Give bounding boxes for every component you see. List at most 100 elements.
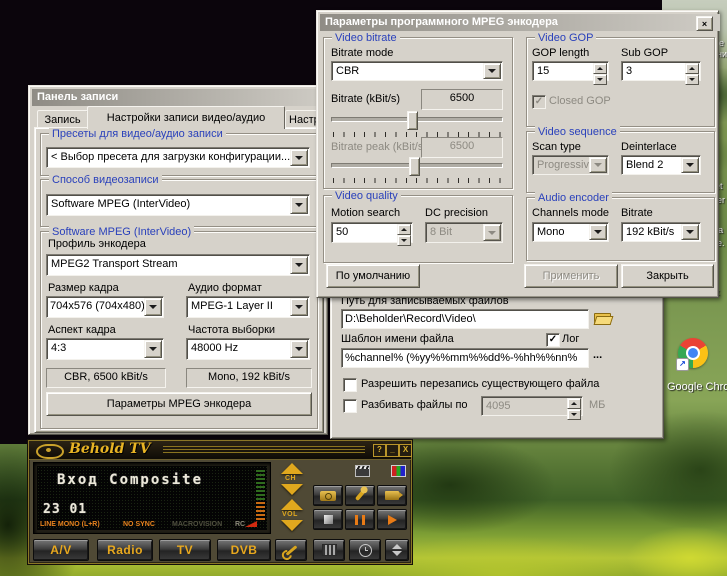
filename-template-input[interactable] [341,348,589,368]
dc-precision-combobox: 8 Bit [425,222,503,243]
recordings-button[interactable] [313,539,345,561]
behold-minimize-button[interactable]: _ [386,444,399,457]
spin-down-button[interactable] [685,74,699,85]
mode-av-button[interactable]: A/V [33,539,89,561]
settings-button[interactable] [275,539,307,561]
preset-combobox[interactable]: < Выбор пресета для загрузки конфигураци… [46,147,310,168]
channel-down-button[interactable] [281,484,303,495]
spin-down-button[interactable] [567,409,581,420]
frame-size-label: Размер кадра [48,282,119,295]
dropdown-button[interactable] [290,256,308,274]
lcd-input-line: Вход Composite [57,472,203,488]
chevron-down-icon [594,230,602,238]
dropdown-button[interactable] [144,340,162,358]
spin-up-button[interactable] [397,224,411,235]
dropdown-button[interactable] [290,340,308,358]
arrow-up-icon [689,64,695,70]
record-path-input[interactable] [341,309,589,329]
spinner-buttons[interactable] [567,398,581,414]
up-down-icon [392,544,402,556]
log-checkbox[interactable]: ✓ [546,333,560,347]
behold-close-button[interactable]: X [399,444,412,457]
shortcut-arrow-icon: ↗ [676,358,689,371]
spin-down-button[interactable] [593,74,607,85]
pause-button[interactable] [345,509,375,530]
record-panel-titlebar[interactable]: Панель записи [32,89,327,106]
scheduler-button[interactable] [349,539,381,561]
stop-button[interactable] [313,509,343,530]
mpeg-dialog-titlebar[interactable]: Параметры программного MPEG энкодера [320,14,720,31]
google-chrome-shortcut[interactable]: ↗ [676,336,710,384]
spin-up-button[interactable] [567,398,581,409]
arrow-up-icon [571,399,577,405]
closed-gop-checkbox: ✓ [532,95,546,109]
behold-title: Behold TV [69,441,151,458]
overwrite-label: Разрешить перезапись существующего файла [361,378,599,391]
bitrate-slider-thumb[interactable] [407,111,418,130]
lcd-bezel: Вход Composite 23 01 LINE MONO (L+R) NO … [33,462,271,534]
mpeg-params-button[interactable]: Параметры MPEG энкодера [46,392,312,416]
audio-encoder-caption: Audio encoder [535,192,612,204]
frame-size-combobox[interactable]: 704x576 (704x480) [46,296,164,318]
split-files-checkbox[interactable] [343,399,357,413]
motion-search-spinner[interactable]: 50 [331,222,413,243]
spinner-buttons[interactable] [397,224,411,241]
deinterlace-combobox[interactable]: Blend 2 [621,155,701,175]
gop-length-spinner[interactable]: 15 [532,61,609,81]
volume-down-button[interactable] [281,520,303,531]
split-size-spinner[interactable]: 4095 [481,396,583,416]
defaults-button[interactable]: По умолчанию [326,264,420,288]
record-method-combobox[interactable]: Software MPEG (InterVideo) [46,194,310,216]
sub-gop-spinner[interactable]: 3 [621,61,701,81]
dropdown-button[interactable] [290,196,308,214]
spinner-buttons[interactable] [593,63,607,79]
bitrate-mode-combobox[interactable]: CBR [331,61,503,81]
log-label: Лог [562,333,579,346]
template-more-button[interactable]: ... [593,349,602,362]
audio-record-button[interactable] [345,485,375,506]
dropdown-button[interactable] [144,298,162,316]
video-summary-box: CBR, 6500 kBit/s [46,368,166,388]
spinner-buttons[interactable] [685,63,699,79]
dropdown-button[interactable] [483,63,501,79]
behold-titlebar[interactable]: Behold TV ? _ X [29,441,411,460]
channels-mode-combobox[interactable]: Mono [532,222,609,242]
mode-tv-button[interactable]: TV [159,539,211,561]
behold-help-button[interactable]: ? [373,444,386,457]
peak-slider-thumb [409,157,420,176]
audio-summary-box: Mono, 192 kBit/s [186,368,312,388]
browse-folder-icon[interactable] [594,311,611,324]
play-button[interactable] [377,509,407,530]
encoder-profile-combobox[interactable]: MPEG2 Transport Stream [46,254,310,276]
dropdown-button[interactable] [290,149,308,166]
record-panel-window: Панель записи Запись Настройки записи ви… [28,85,328,435]
audio-bitrate-combobox[interactable]: 192 kBit/s [621,222,701,242]
audio-format-combobox[interactable]: MPEG-1 Layer II [186,296,310,318]
channel-up-button[interactable] [281,463,303,474]
collapse-button[interactable] [385,539,409,561]
dropdown-button[interactable] [589,224,607,240]
film-icon [322,544,337,556]
microphone-icon [355,490,365,501]
aspect-combobox[interactable]: 4:3 [46,338,164,360]
chrome-shortcut-label[interactable]: Google Chro [667,381,727,393]
tab-video-audio-settings[interactable]: Настройки записи видео/аудио [87,106,285,129]
encoder-profile-value: MPEG2 Transport Stream [46,254,310,276]
dropdown-button[interactable] [681,224,699,240]
peak-slider-ticks [333,178,501,183]
spin-up-button[interactable] [593,63,607,74]
chevron-down-icon [295,263,303,271]
sample-rate-combobox[interactable]: 48000 Hz [186,338,310,360]
mode-radio-button[interactable]: Radio [97,539,153,561]
spin-down-button[interactable] [397,235,411,246]
snapshot-button[interactable] [313,485,343,506]
close-icon[interactable]: × [696,16,713,31]
volume-up-button[interactable] [281,499,303,510]
overwrite-checkbox[interactable] [343,378,357,392]
dropdown-button[interactable] [681,157,699,173]
spin-up-button[interactable] [685,63,699,74]
mode-dvb-button[interactable]: DVB [217,539,271,561]
dropdown-button[interactable] [290,298,308,316]
close-button[interactable]: Закрыть [621,264,714,288]
lcd-macrovision: MACROVISION [172,521,222,528]
